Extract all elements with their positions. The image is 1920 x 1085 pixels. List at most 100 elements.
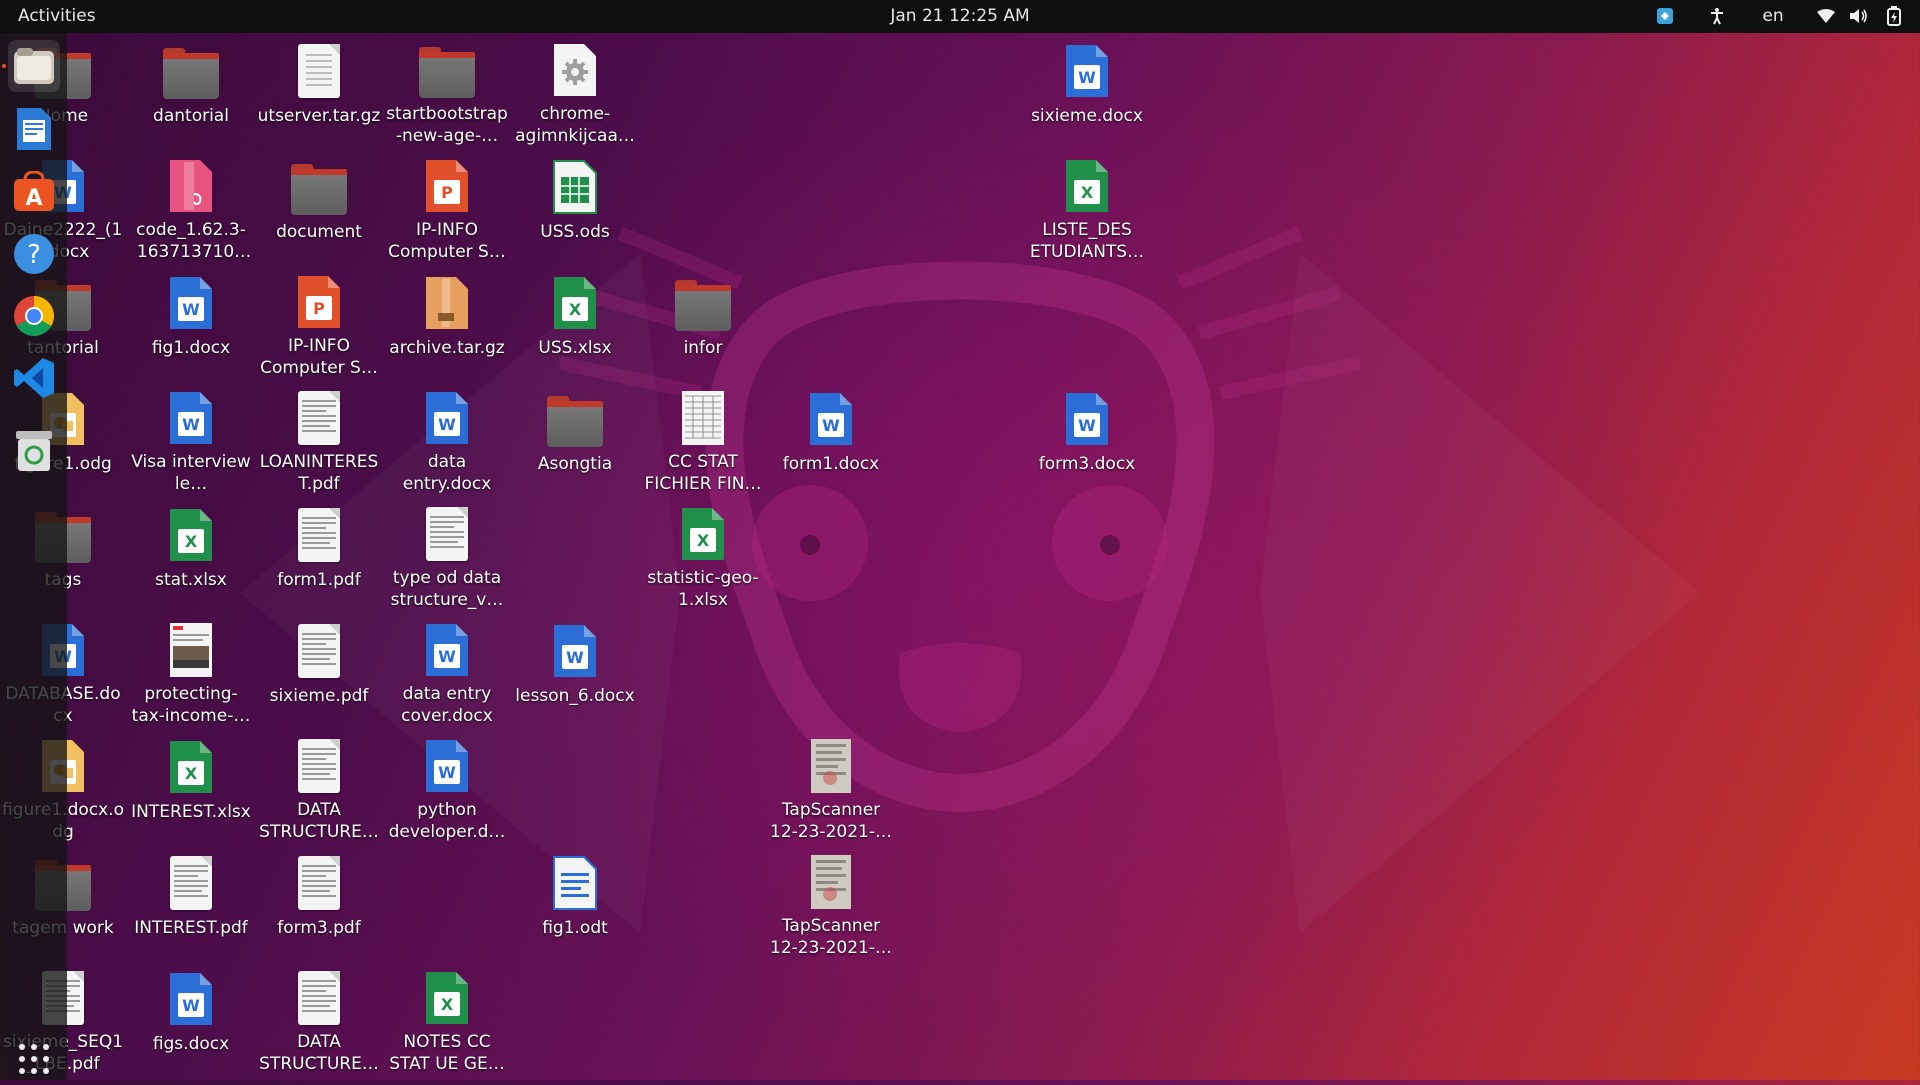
desktop-item[interactable]: Xstat.xlsx (129, 497, 253, 609)
desktop-item-label: NOTES CC STAT UE GE… (389, 1031, 505, 1073)
desktop-item[interactable]: X NOTES CC STAT UE GE… (385, 961, 509, 1073)
desktop-item[interactable]: Asongtia (513, 381, 637, 493)
desktop-item[interactable]: DATA STRUCTURE… (257, 961, 381, 1073)
archive-file-icon (418, 273, 476, 333)
desktop-item-label: startbootstrap-new-age-… (386, 103, 508, 145)
desktop-item[interactable]: Wpython developer.d… (385, 729, 509, 841)
archive-text-file-icon (290, 41, 348, 101)
activities-button[interactable]: Activities (18, 6, 96, 26)
desktop-item[interactable]: document (257, 149, 381, 261)
desktop-item[interactable]: P IP-INFO Computer S… (257, 265, 381, 377)
desktop-item[interactable]: Wform3.docx (1025, 381, 1149, 493)
dock-ubuntu-software[interactable]: A (8, 166, 60, 218)
desktop-item-label: dantorial (153, 106, 229, 126)
tray-app-icon[interactable] (1654, 5, 1676, 27)
desktop-item-label: stat.xlsx (155, 570, 227, 590)
desktop-item[interactable]: USS.ods (513, 149, 637, 261)
language-indicator[interactable]: en (1756, 5, 1790, 27)
desktop-item-label: type od data structure_v… (390, 567, 504, 609)
desktop-item-label: figs.docx (152, 1034, 230, 1054)
dock-libreoffice-writer[interactable] (8, 103, 60, 155)
desktop-item[interactable]: P IP-INFO Computer S… (385, 149, 509, 261)
gear-file-icon (546, 41, 604, 99)
pdf-file-icon (290, 969, 348, 1027)
desktop-item-label: statistic-geo-1.xlsx (647, 567, 759, 609)
desktop-item[interactable]: protecting-tax-income-… (129, 613, 253, 725)
desktop-item[interactable]: code_1.62.3-1637137107… (129, 149, 253, 261)
desktop-item[interactable]: type od data structure_v… (385, 497, 509, 609)
desktop-item[interactable]: chrome-agimnkijcaa… (513, 33, 637, 145)
desktop-item[interactable]: utserver.tar.gz (257, 33, 381, 145)
desktop-item[interactable]: Xstatistic-geo-1.xlsx (641, 497, 765, 609)
desktop-item-label: protecting-tax-income-… (131, 683, 251, 725)
desktop-item[interactable]: INTEREST.pdf (129, 845, 253, 957)
pdf-file-icon (290, 505, 348, 565)
svg-text:A: A (25, 186, 42, 211)
wifi-icon[interactable] (1815, 5, 1837, 27)
desktop-item-label: data entry cover.docx (401, 683, 493, 725)
svg-text:W: W (182, 996, 200, 1015)
desktop-item-label: LISTE_DES ETUDIANTS… (1029, 219, 1145, 261)
excel-file-icon: X (418, 969, 476, 1027)
desktop-item-label: chrome-agimnkijcaa… (515, 103, 635, 145)
desktop-item[interactable]: X LISTE_DES ETUDIANTS… (1025, 149, 1149, 261)
desktop-item[interactable]: DATA STRUCTURE… (257, 729, 381, 841)
svg-text:W: W (1078, 68, 1096, 87)
scan-file-icon (802, 737, 860, 795)
desktop-item[interactable]: CC STAT FICHIER FIN… (641, 381, 765, 493)
battery-icon[interactable] (1883, 5, 1905, 27)
desktop-item[interactable]: Wfig1.docx (129, 265, 253, 377)
desktop-item[interactable]: sixieme.pdf (257, 613, 381, 725)
desktop-item[interactable]: form3.pdf (257, 845, 381, 957)
desktop-item-label: lesson_6.docx (515, 686, 635, 706)
dock-trash[interactable] (8, 425, 60, 477)
desktop-item[interactable]: Wdata entry cover.docx (385, 613, 509, 725)
desktop-item[interactable]: W Visa interview le… (129, 381, 253, 493)
dock-help[interactable]: ? (8, 228, 60, 280)
desktop-item[interactable]: dantorial (129, 33, 253, 145)
desktop-item[interactable]: Wform1.docx (769, 381, 893, 493)
desktop-item[interactable]: Wdata entry.docx (385, 381, 509, 493)
desktop-item-label: Visa interview le… (131, 451, 251, 493)
desktop-item-label: INTEREST.xlsx (131, 802, 251, 822)
ppt-file-icon: P (418, 157, 476, 215)
accessibility-icon[interactable] (1706, 5, 1728, 27)
desktop-item[interactable]: X USS.xlsx (513, 265, 637, 377)
svg-text:X: X (441, 995, 454, 1014)
svg-text:P: P (313, 299, 325, 318)
pdf-file-icon (162, 853, 220, 913)
desktop-item-label: Asongtia (537, 454, 613, 474)
folder-file-icon (418, 41, 476, 99)
desktop-item[interactable]: LOANINTEREST.pdf (257, 381, 381, 493)
desktop-item[interactable]: Wlesson_6.docx (513, 613, 637, 725)
desktop-item[interactable]: fig1.odt (513, 845, 637, 957)
dock-vscode[interactable] (8, 352, 60, 404)
date-time-menu[interactable]: Jan 21 12:25 AM (890, 6, 1029, 26)
dock-files[interactable] (8, 40, 60, 92)
desktop-item-label: IP-INFO Computer S… (388, 219, 506, 261)
desktop-item[interactable]: Wsixieme.docx (1025, 33, 1149, 145)
svg-text:W: W (566, 648, 584, 667)
desktop-item-label: form1.docx (782, 454, 880, 474)
desktop-item-label: IP-INFO Computer S… (260, 335, 378, 377)
folder-file-icon (674, 273, 732, 333)
running-indicator (2, 64, 6, 68)
desktop-item[interactable]: TapScanner 12-23-2021-… (769, 729, 893, 841)
show-applications-button[interactable] (8, 1033, 60, 1085)
desktop-item[interactable]: archive.tar.gz (385, 265, 509, 377)
volume-icon[interactable] (1847, 5, 1869, 27)
desktop-item[interactable]: form1.pdf (257, 497, 381, 609)
svg-text:X: X (185, 764, 198, 783)
folder-file-icon (290, 157, 348, 217)
desktop-item[interactable]: startbootstrap-new-age-… (385, 33, 509, 145)
svg-text:W: W (822, 416, 840, 435)
desktop-item-label: python developer.d… (388, 799, 506, 841)
desktop-item-label: sixieme.docx (1031, 106, 1143, 126)
desktop-item[interactable]: TapScanner 12-23-2021-… (769, 845, 893, 957)
desktop-item[interactable]: X INTEREST.xlsx (129, 729, 253, 841)
desktop-item[interactable]: Wfigs.docx (129, 961, 253, 1073)
desktop-item-label: USS.xlsx (538, 338, 612, 358)
dock-chrome[interactable] (8, 290, 60, 342)
desktop-item[interactable]: infor (641, 265, 765, 377)
excel-file-icon: X (162, 505, 220, 565)
